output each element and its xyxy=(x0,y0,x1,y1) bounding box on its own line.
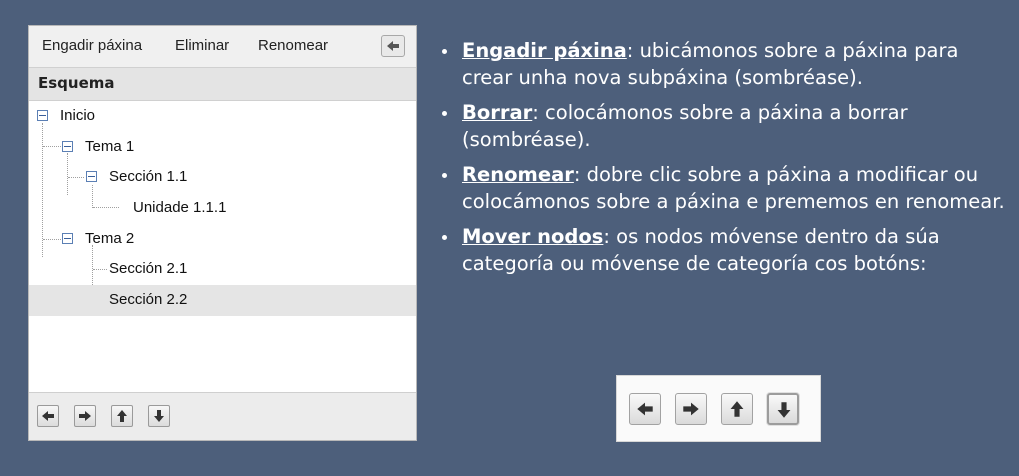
help-term: Renomear xyxy=(462,163,574,186)
rename-button[interactable]: Renomear xyxy=(258,37,328,54)
outline-header: Esquema xyxy=(29,67,416,101)
arrow-left-icon xyxy=(637,402,653,416)
delete-button[interactable]: Eliminar xyxy=(175,37,229,54)
help-item-delete: Borrar: colocámonos sobre a páxina a bor… xyxy=(440,99,1010,153)
tree-node-label: Tema 2 xyxy=(85,230,135,247)
bullet-icon xyxy=(442,173,447,178)
demo-right-button[interactable] xyxy=(675,393,707,425)
outline-tree[interactable]: Inicio Tema 1 Sección 1.1 Unidade 1.1.1 … xyxy=(29,101,416,392)
move-left-button[interactable] xyxy=(37,405,59,427)
tree-node-unidade-1-1-1[interactable]: Unidade 1.1.1 xyxy=(29,193,416,224)
arrow-down-icon xyxy=(777,402,791,418)
collapse-toggle-icon[interactable] xyxy=(62,141,73,152)
move-down-button[interactable] xyxy=(148,405,170,427)
bullet-icon xyxy=(442,235,447,240)
tree-node-tema-2[interactable]: Tema 2 xyxy=(29,224,416,255)
tree-node-seccion-2-2[interactable]: Sección 2.2 xyxy=(29,285,416,316)
help-list: Engadir páxina: ubicámonos sobre a páxin… xyxy=(440,37,1010,285)
tree-node-label: Tema 1 xyxy=(85,138,135,155)
tree-node-label: Sección 1.1 xyxy=(109,168,188,185)
outline-panel: Engadir páxina Eliminar Renomear Esquema… xyxy=(28,25,417,441)
arrow-left-icon xyxy=(42,411,54,421)
arrow-down-icon xyxy=(154,410,164,422)
tree-node-seccion-1-1[interactable]: Sección 1.1 xyxy=(29,162,416,193)
move-buttons-demo xyxy=(616,375,821,442)
help-term: Mover nodos xyxy=(462,225,604,248)
demo-down-button[interactable] xyxy=(767,393,799,425)
tree-node-tema-1[interactable]: Tema 1 xyxy=(29,132,416,163)
tree-node-label: Sección 2.1 xyxy=(109,260,188,277)
tree-node-label: Inicio xyxy=(60,107,96,124)
arrow-right-icon xyxy=(79,411,91,421)
arrow-up-icon xyxy=(117,410,127,422)
help-term: Engadir páxina xyxy=(462,39,627,62)
collapse-toggle-icon[interactable] xyxy=(86,171,97,182)
move-up-button[interactable] xyxy=(111,405,133,427)
outline-toolbar: Engadir páxina Eliminar Renomear xyxy=(29,26,416,67)
tree-node-seccion-2-1[interactable]: Sección 2.1 xyxy=(29,254,416,285)
tree-node-inicio[interactable]: Inicio xyxy=(29,101,416,132)
bullet-icon xyxy=(442,111,447,116)
bullet-icon xyxy=(442,49,447,54)
arrow-right-icon xyxy=(683,402,699,416)
move-right-button[interactable] xyxy=(74,405,96,427)
arrow-up-icon xyxy=(730,401,744,417)
move-nodes-toolbar xyxy=(29,392,416,440)
collapse-toggle-icon[interactable] xyxy=(62,233,73,244)
demo-up-button[interactable] xyxy=(721,393,753,425)
help-term: Borrar xyxy=(462,101,533,124)
help-item-add-page: Engadir páxina: ubicámonos sobre a páxin… xyxy=(440,37,1010,91)
demo-left-button[interactable] xyxy=(629,393,661,425)
add-page-button[interactable]: Engadir páxina xyxy=(42,37,142,54)
tree-node-label: Sección 2.2 xyxy=(109,291,188,308)
collapse-panel-button[interactable] xyxy=(381,35,405,57)
help-item-rename: Renomear: dobre clic sobre a páxina a mo… xyxy=(440,161,1010,215)
help-item-move-nodes: Mover nodos: os nodos móvense dentro da … xyxy=(440,223,1010,277)
tree-node-label: Unidade 1.1.1 xyxy=(133,199,227,216)
arrow-left-icon xyxy=(387,41,399,51)
collapse-toggle-icon[interactable] xyxy=(37,110,48,121)
outline-title: Esquema xyxy=(38,74,115,92)
